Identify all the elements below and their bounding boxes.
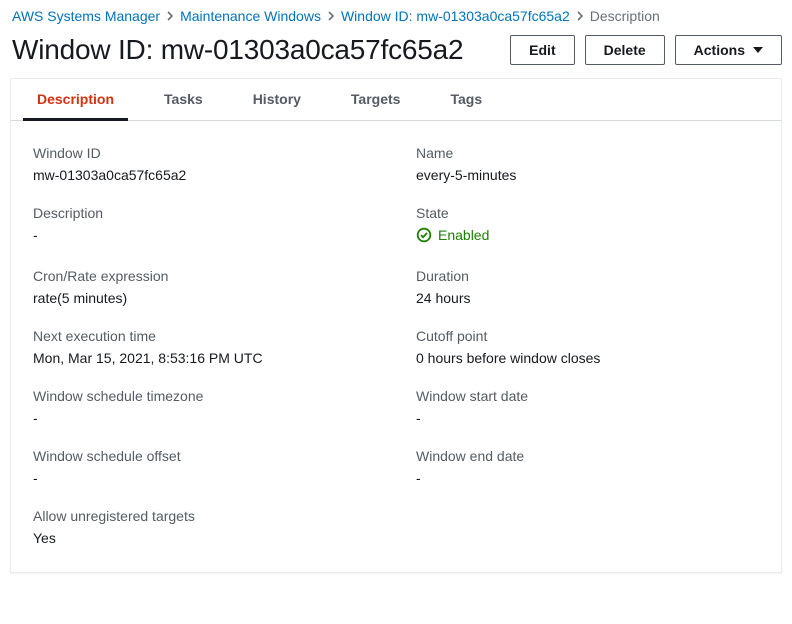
chevron-right-icon [576, 11, 584, 21]
tab-description[interactable]: Description [23, 79, 128, 121]
edit-button[interactable]: Edit [510, 35, 574, 65]
field-label: Window start date [416, 388, 759, 404]
field-description: Description - [33, 205, 376, 246]
delete-button[interactable]: Delete [585, 35, 665, 65]
field-label: Name [416, 145, 759, 161]
tab-bar: Description Tasks History Targets Tags [11, 79, 781, 121]
tab-targets[interactable]: Targets [337, 79, 415, 121]
actions-button[interactable]: Actions [675, 35, 782, 65]
field-value: Mon, Mar 15, 2021, 8:53:16 PM UTC [33, 350, 376, 366]
page-title: Window ID: mw-01303a0ca57fc65a2 [12, 34, 463, 66]
actions-label: Actions [694, 42, 745, 58]
field-label: Allow unregistered targets [33, 508, 376, 524]
field-offset: Window schedule offset - [33, 448, 376, 486]
field-value: - [33, 470, 376, 486]
field-allow-unregistered: Allow unregistered targets Yes [33, 508, 376, 546]
field-label: Duration [416, 268, 759, 284]
field-empty [416, 508, 759, 546]
field-value: 0 hours before window closes [416, 350, 759, 366]
field-cron: Cron/Rate expression rate(5 minutes) [33, 268, 376, 306]
field-value: - [33, 227, 376, 243]
field-cutoff: Cutoff point 0 hours before window close… [416, 328, 759, 366]
tab-tags[interactable]: Tags [436, 79, 496, 121]
tab-history[interactable]: History [239, 79, 315, 121]
detail-grid: Window ID mw-01303a0ca57fc65a2 Name ever… [11, 121, 781, 572]
field-duration: Duration 24 hours [416, 268, 759, 306]
field-label: State [416, 205, 759, 221]
breadcrumb-link-window-id[interactable]: Window ID: mw-01303a0ca57fc65a2 [341, 8, 570, 24]
caret-down-icon [753, 47, 763, 53]
field-label: Cron/Rate expression [33, 268, 376, 284]
field-name: Name every-5-minutes [416, 145, 759, 183]
page-header: Window ID: mw-01303a0ca57fc65a2 Edit Del… [10, 34, 782, 78]
field-value: - [416, 410, 759, 426]
detail-panel: Description Tasks History Targets Tags W… [10, 78, 782, 573]
status-badge: Enabled [416, 227, 489, 243]
field-label: Window ID [33, 145, 376, 161]
breadcrumb: AWS Systems Manager Maintenance Windows … [10, 6, 782, 34]
field-value: every-5-minutes [416, 167, 759, 183]
field-label: Description [33, 205, 376, 221]
field-start-date: Window start date - [416, 388, 759, 426]
field-label: Window end date [416, 448, 759, 464]
field-next-execution: Next execution time Mon, Mar 15, 2021, 8… [33, 328, 376, 366]
field-value: mw-01303a0ca57fc65a2 [33, 167, 376, 183]
field-value: - [33, 410, 376, 426]
field-window-id: Window ID mw-01303a0ca57fc65a2 [33, 145, 376, 183]
field-label: Next execution time [33, 328, 376, 344]
chevron-right-icon [166, 11, 174, 21]
chevron-right-icon [327, 11, 335, 21]
tab-tasks[interactable]: Tasks [150, 79, 217, 121]
field-label: Cutoff point [416, 328, 759, 344]
breadcrumb-current: Description [590, 8, 660, 24]
field-label: Window schedule offset [33, 448, 376, 464]
field-value: rate(5 minutes) [33, 290, 376, 306]
breadcrumb-link-maintenance-windows[interactable]: Maintenance Windows [180, 8, 321, 24]
field-value: - [416, 470, 759, 486]
field-value: 24 hours [416, 290, 759, 306]
field-timezone: Window schedule timezone - [33, 388, 376, 426]
header-actions: Edit Delete Actions [510, 35, 782, 65]
field-end-date: Window end date - [416, 448, 759, 486]
state-text: Enabled [438, 227, 489, 243]
field-state: State Enabled [416, 205, 759, 246]
breadcrumb-link-systems-manager[interactable]: AWS Systems Manager [12, 8, 160, 24]
field-label: Window schedule timezone [33, 388, 376, 404]
check-circle-icon [416, 227, 432, 243]
field-value: Yes [33, 530, 376, 546]
